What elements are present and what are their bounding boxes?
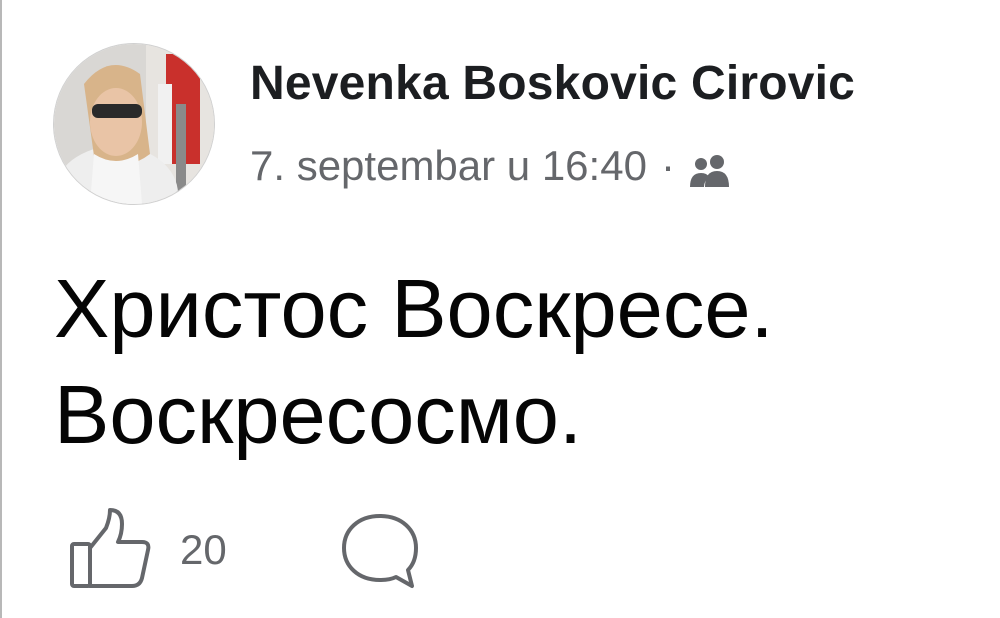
like-button[interactable] — [66, 504, 156, 594]
thumbs-up-icon — [70, 508, 151, 588]
post-meta: 7. septembar u 16:40 · — [250, 138, 735, 194]
like-count: 20 — [180, 526, 227, 573]
meta-separator: · — [660, 142, 675, 189]
comment-button[interactable] — [338, 510, 422, 590]
friends-icon[interactable] — [685, 151, 735, 187]
post-card: Nevenka Boskovic Cirovic 7. septembar u … — [0, 0, 1000, 618]
post-body: Христос Воскресе. Воскресосмо. — [54, 256, 974, 468]
post-timestamp[interactable]: 7. septembar u 16:40 — [250, 142, 647, 190]
post-text-line: Воскресосмо. — [54, 368, 583, 461]
avatar-photo — [54, 44, 214, 204]
author-name[interactable]: Nevenka Boskovic Cirovic — [250, 56, 855, 111]
post-text-line: Христос Воскресе. — [54, 262, 774, 355]
avatar[interactable] — [54, 44, 214, 204]
comment-bubble-icon — [342, 514, 418, 588]
